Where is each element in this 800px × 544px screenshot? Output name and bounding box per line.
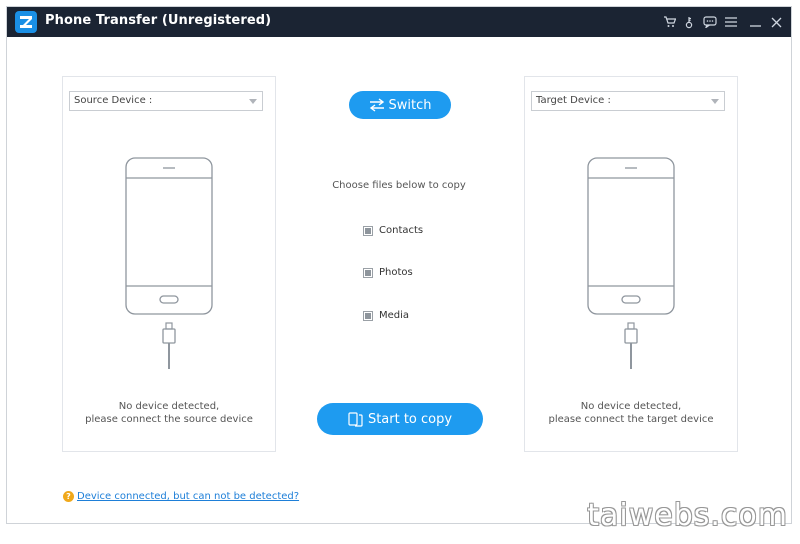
- photos-option[interactable]: Photos: [363, 267, 413, 278]
- switch-label: Switch: [388, 97, 432, 113]
- target-status-line1: No device detected,: [580, 401, 682, 412]
- source-status-line2: please connect the source device: [85, 414, 253, 425]
- media-label: Media: [379, 310, 410, 321]
- choose-files-text: Choose files below to copy: [332, 180, 466, 191]
- target-status: No device detected, please connect the t…: [525, 400, 737, 426]
- chevron-down-icon: [249, 99, 257, 104]
- phone-cable-icon: [587, 157, 675, 369]
- target-device-panel: Target Device : No device detected, plea…: [524, 76, 738, 452]
- target-status-line2: please connect the target device: [548, 414, 714, 425]
- copy-phone-icon: [348, 411, 363, 427]
- contacts-checkbox[interactable]: [363, 225, 373, 236]
- source-device-select[interactable]: Source Device :: [69, 91, 263, 111]
- switch-button[interactable]: Switch: [349, 91, 451, 119]
- phone-cable-icon: [125, 157, 213, 369]
- minimize-icon[interactable]: [747, 14, 763, 30]
- photos-checkbox[interactable]: [363, 267, 373, 278]
- feedback-icon[interactable]: [702, 14, 718, 30]
- key-icon[interactable]: [681, 14, 697, 30]
- source-device-label: Source Device :: [74, 95, 153, 106]
- close-icon[interactable]: [768, 14, 784, 30]
- app-window: Phone Transfer (Unregistered) Source Dev…: [6, 6, 792, 524]
- start-copy-label: Start to copy: [367, 411, 453, 427]
- title-bar: Phone Transfer (Unregistered): [7, 7, 791, 37]
- swap-arrows-icon: [369, 98, 384, 112]
- watermark: taiwebs.com: [587, 498, 788, 533]
- device-help-link[interactable]: Device connected, but can not be detecte…: [77, 491, 299, 502]
- app-logo-icon: [15, 11, 37, 33]
- media-option[interactable]: Media: [363, 310, 409, 321]
- help-row: ? Device connected, but can not be detec…: [63, 491, 299, 502]
- cart-icon[interactable]: [661, 14, 677, 30]
- source-status-line1: No device detected,: [118, 401, 220, 412]
- chevron-down-icon: [711, 99, 719, 104]
- target-device-select[interactable]: Target Device :: [531, 91, 725, 111]
- contacts-option[interactable]: Contacts: [363, 225, 423, 236]
- source-device-panel: Source Device : No device detected, plea…: [62, 76, 276, 452]
- window-title: Phone Transfer (Unregistered): [45, 13, 272, 28]
- source-status: No device detected, please connect the s…: [63, 400, 275, 426]
- menu-icon[interactable]: [723, 14, 739, 30]
- question-icon: ?: [63, 491, 74, 502]
- media-checkbox[interactable]: [363, 310, 373, 321]
- target-device-label: Target Device :: [536, 95, 611, 106]
- photos-label: Photos: [379, 267, 413, 278]
- contacts-label: Contacts: [379, 225, 424, 236]
- start-copy-button[interactable]: Start to copy: [317, 403, 483, 435]
